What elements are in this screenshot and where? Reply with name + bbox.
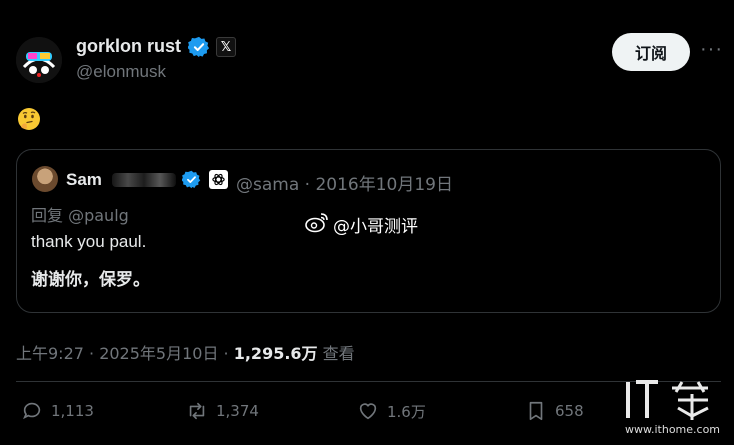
reply-to-label[interactable]: 回复 @paulg: [31, 202, 129, 226]
obscured-name-watermark: [112, 173, 176, 187]
post-timestamp[interactable]: 上午9:27 · 2025年5月10日 · 1,295.6万 查看: [16, 340, 355, 364]
post-time[interactable]: 上午9:27 · 2025年5月10日 ·: [16, 344, 234, 363]
more-options-icon[interactable]: ···: [700, 38, 723, 61]
heart-icon: [359, 403, 377, 420]
author-avatar[interactable]: [16, 37, 62, 83]
openai-affiliate-icon[interactable]: [209, 170, 228, 189]
reply-count: 1,113: [51, 402, 94, 420]
view-count-label: 查看: [317, 344, 355, 363]
view-count: 1,295.6万: [233, 344, 318, 363]
x-affiliate-badge[interactable]: 𝕏: [216, 37, 236, 57]
repost-count: 1,374: [216, 402, 259, 420]
repost-icon: [189, 402, 205, 420]
quoted-author-avatar[interactable]: [32, 166, 58, 192]
ithome-url: www.ithome.com: [625, 423, 721, 436]
divider: [16, 381, 721, 382]
bookmark-icon: [529, 401, 543, 421]
weibo-icon: [305, 213, 328, 233]
quoted-meta[interactable]: @sama · 2016年10月19日: [236, 170, 453, 195]
like-button[interactable]: 1.6万: [357, 400, 426, 422]
bookmark-count: 658: [555, 402, 584, 420]
bookmark-button[interactable]: 658: [525, 400, 584, 422]
author-name[interactable]: gorklon rust: [76, 36, 181, 57]
quoted-translation: 谢谢你，保罗。: [31, 270, 150, 290]
quoted-text: thank you paul.: [31, 232, 147, 251]
thinking-face-icon: [18, 108, 40, 130]
verified-icon: [188, 36, 210, 58]
reply-icon: [23, 402, 41, 420]
weibo-watermark-text: @小哥测评: [333, 217, 418, 237]
like-count: 1.6万: [387, 402, 426, 421]
ithome-logo-icon: [626, 380, 709, 420]
repost-button[interactable]: 1,374: [186, 400, 259, 422]
quoted-author-name[interactable]: Sam: [66, 170, 102, 190]
reply-button[interactable]: 1,113: [21, 400, 94, 422]
quoted-verified-icon: [182, 170, 201, 189]
subscribe-button[interactable]: 订阅: [612, 33, 690, 71]
author-handle[interactable]: @elonmusk: [76, 62, 166, 82]
